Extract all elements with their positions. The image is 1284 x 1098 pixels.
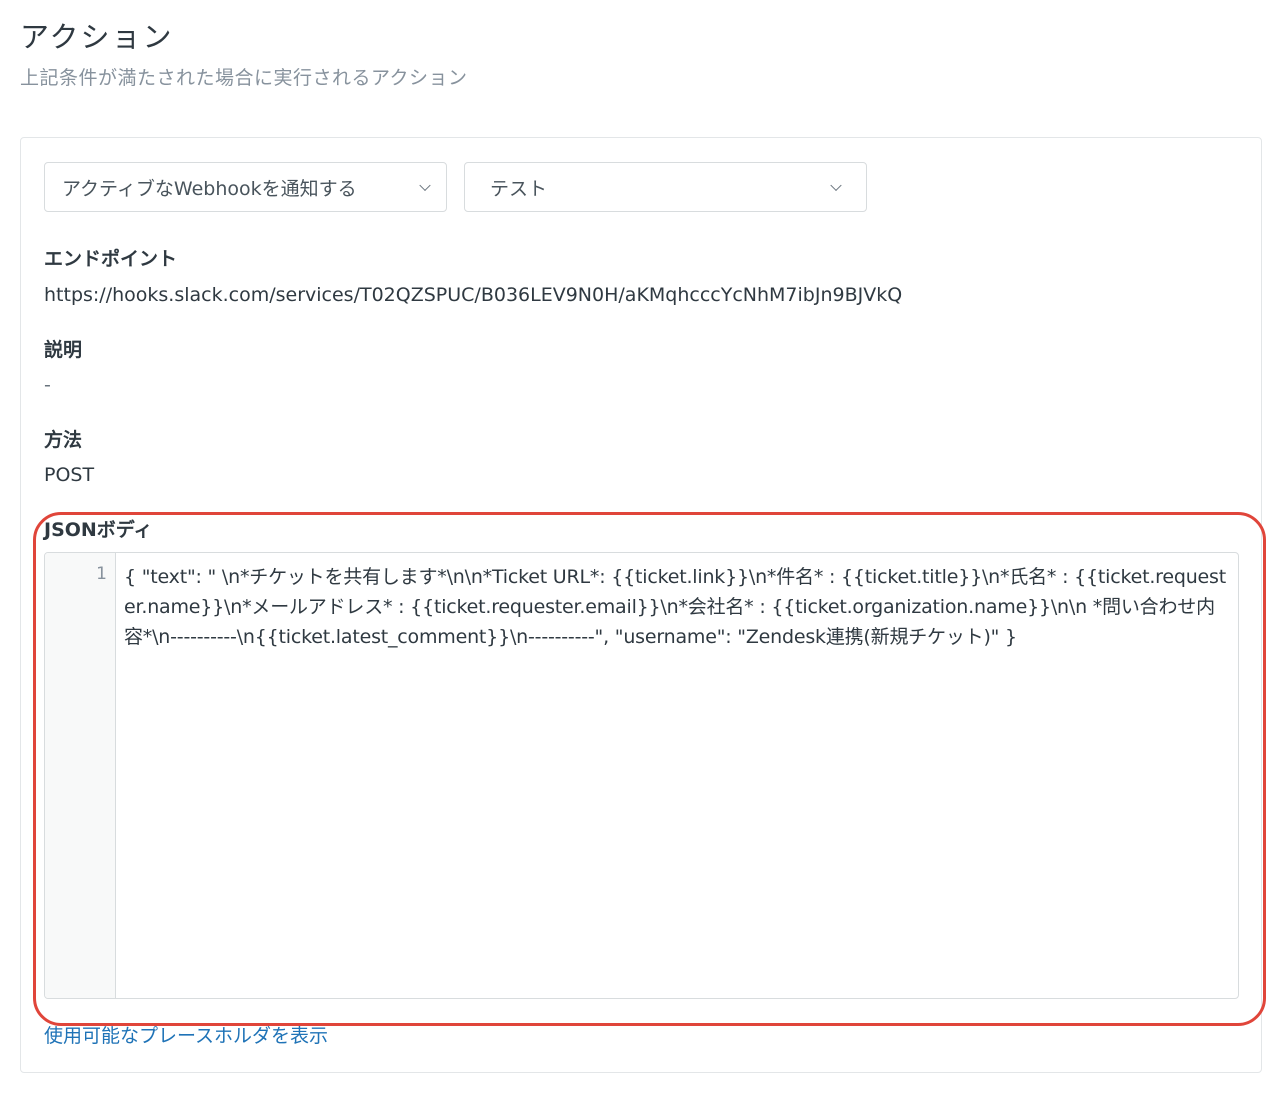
chevron-down-icon: [419, 179, 431, 192]
page-title: アクション: [20, 20, 174, 54]
endpoint-value: https://hooks.slack.com/services/T02QZSP…: [44, 284, 903, 306]
description-label: 説明: [44, 339, 83, 361]
page-subtitle: 上記条件が満たされた場合に実行されるアクション: [20, 67, 468, 89]
method-label: 方法: [44, 429, 83, 451]
show-placeholders-link[interactable]: 使用可能なプレースホルダを表示: [44, 1021, 328, 1048]
endpoint-label: エンドポイント: [44, 248, 178, 270]
line-number: 1: [96, 564, 107, 584]
action-section: アクション 上記条件が満たされた場合に実行されるアクション アクティブなWebh…: [0, 0, 1284, 1098]
action-type-select[interactable]: アクティブなWebhookを通知する: [44, 162, 447, 212]
chevron-down-icon: [830, 179, 842, 192]
action-type-select-value: アクティブなWebhookを通知する: [62, 177, 357, 200]
method-value: POST: [44, 464, 95, 486]
description-value: -: [44, 374, 51, 396]
webhook-target-select-value: テスト: [490, 177, 548, 200]
json-body-editor[interactable]: 1 { "text": " \n*チケットを共有します*\n\n*Ticket …: [44, 552, 1239, 999]
line-number-gutter: 1: [45, 553, 116, 998]
json-body-label: JSONボディ: [44, 519, 153, 541]
webhook-target-select[interactable]: テスト: [464, 162, 867, 212]
json-body-code[interactable]: { "text": " \n*チケットを共有します*\n\n*Ticket UR…: [116, 553, 1238, 998]
